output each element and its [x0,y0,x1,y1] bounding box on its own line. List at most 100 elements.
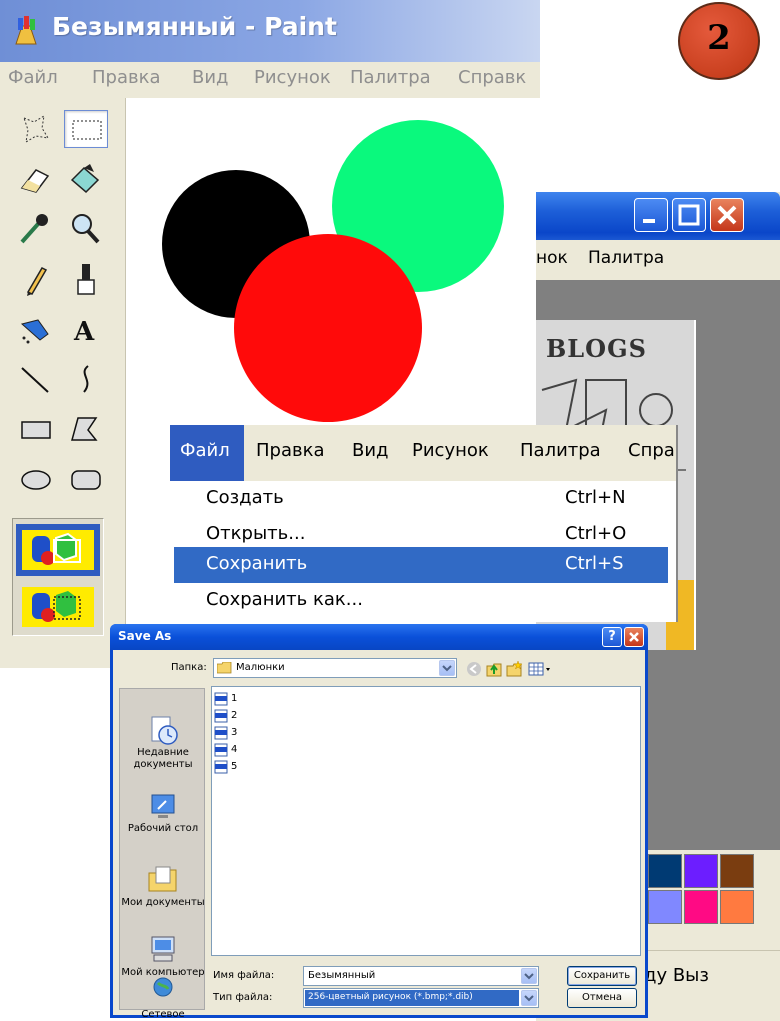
menu-help[interactable]: Справк [458,67,526,88]
place-network[interactable]: Сетевое [120,975,206,1021]
file-item[interactable]: 5 [214,759,274,775]
transparent-mode-icon[interactable] [16,581,100,633]
menu-edit[interactable]: Правка [92,67,161,88]
file-type-label: Тип файла: [213,992,273,1003]
menu-image[interactable]: нок [536,248,568,268]
menu-bar: Файл Правка Вид Рисунок Палитра Спра [170,425,676,481]
rect-select-icon[interactable] [64,110,108,148]
place-my-computer[interactable]: Мой компьютер [120,933,206,979]
menu-item-label: Создать [206,487,284,508]
maximize-button[interactable] [672,198,706,232]
menu-item-save[interactable]: Сохранить Ctrl+S [174,547,668,583]
my-documents-icon [148,866,177,892]
pencil-icon[interactable] [14,260,58,298]
view-menu-icon[interactable] [527,660,553,678]
look-in-dropdown[interactable]: Малюнки [213,658,457,678]
title-bar[interactable]: Безымянный - Paint [0,0,540,62]
free-select-icon[interactable] [14,110,58,148]
palette-swatch[interactable] [684,854,718,888]
look-in-value: Малюнки [236,662,285,673]
chevron-down-icon[interactable] [521,990,537,1006]
file-name-label: Имя файла: [213,970,275,981]
bmp-file-icon [214,760,228,774]
text-tool-icon[interactable]: A [64,310,108,348]
paint-app-icon [12,16,40,46]
menu-item-shortcut: Ctrl+N [565,487,626,508]
file-name: 2 [231,710,238,721]
menu-view[interactable]: Вид [352,440,389,461]
palette-swatch[interactable] [720,890,754,924]
place-my-documents[interactable]: Мои документы [120,863,206,909]
back-icon[interactable] [465,660,483,678]
title-bar[interactable] [536,192,780,240]
place-desktop[interactable]: Рабочий стол [120,789,206,835]
file-name: 1 [231,693,238,704]
color-picker-icon[interactable] [14,210,58,248]
line-tool-icon[interactable] [14,360,58,398]
opaque-mode-icon[interactable] [16,524,100,576]
menu-edit[interactable]: Правка [256,440,325,461]
menu-image[interactable]: Рисунок [412,440,489,461]
eraser-icon[interactable] [14,160,58,198]
save-button[interactable]: Сохранить [567,966,637,986]
file-type-dropdown[interactable]: 256-цветный рисунок (*.bmp;*.dib) [303,988,539,1008]
file-menu: Файл Правка Вид Рисунок Палитра Спра Соз… [170,425,678,622]
file-item[interactable]: 3 [214,725,274,741]
palette-swatch[interactable] [648,854,682,888]
menu-palette[interactable]: Палитра [350,67,431,88]
network-icon [153,977,173,997]
magnifier-icon[interactable] [64,210,108,248]
menu-item-label: Сохранить [206,553,308,574]
close-button[interactable] [710,198,744,232]
menu-item-label: Сохранить как... [206,589,363,610]
folder-icon [217,662,232,674]
file-name-value: Безымянный [308,970,376,981]
new-folder-icon[interactable] [505,660,523,678]
menu-item-shortcut: Ctrl+O [565,523,627,544]
curve-tool-icon[interactable] [64,360,108,398]
place-label: Рабочий стол [127,823,199,834]
menu-file[interactable]: Файл [170,425,244,481]
rectangle-tool-icon[interactable] [14,410,58,448]
palette-swatch[interactable] [684,890,718,924]
palette-swatch[interactable] [720,854,754,888]
step-number: 2 [707,18,731,58]
menu-item-new[interactable]: Создать Ctrl+N [174,481,668,517]
menu-view[interactable]: Вид [192,67,229,88]
menu-palette[interactable]: Палитра [588,248,664,268]
menu-palette[interactable]: Палитра [520,440,601,461]
file-name-field[interactable]: Безымянный [303,966,539,986]
file-list[interactable]: 1 2 3 4 5 [211,686,641,956]
polygon-tool-icon[interactable] [64,410,108,448]
palette-swatch[interactable] [648,890,682,924]
file-name: 5 [231,761,238,772]
file-item[interactable]: 4 [214,742,274,758]
minimize-icon [643,219,655,223]
desktop-icon [151,794,175,818]
help-button[interactable]: ? [602,627,622,647]
up-folder-icon[interactable] [485,660,503,678]
menu-image[interactable]: Рисунок [254,67,331,88]
minimize-button[interactable] [634,198,668,232]
place-recent[interactable]: Недавние документы [120,713,206,771]
bmp-file-icon [214,709,228,723]
ellipse-tool-icon[interactable] [14,460,58,498]
airbrush-icon[interactable] [14,310,58,348]
fill-bucket-icon[interactable] [64,160,108,198]
rounded-rect-tool-icon[interactable] [64,460,108,498]
brush-icon[interactable] [64,260,108,298]
bmp-file-icon [214,726,228,740]
save-as-dialog: Save As ? Папка: Малюнки Недавние докуме… [110,624,648,1021]
menu-item-label: Открыть... [206,523,306,544]
menu-item-save-as[interactable]: Сохранить как... [174,583,668,619]
menu-help[interactable]: Спра [628,440,675,461]
close-button[interactable] [624,627,644,647]
chevron-down-icon[interactable] [521,968,537,984]
file-item[interactable]: 1 [214,691,274,707]
chevron-down-icon[interactable] [439,660,455,676]
cancel-button[interactable]: Отмена [567,988,637,1008]
dialog-title-bar[interactable]: Save As ? [110,624,648,650]
tool-options [12,518,104,636]
file-item[interactable]: 2 [214,708,274,724]
menu-file[interactable]: Файл [8,67,58,88]
